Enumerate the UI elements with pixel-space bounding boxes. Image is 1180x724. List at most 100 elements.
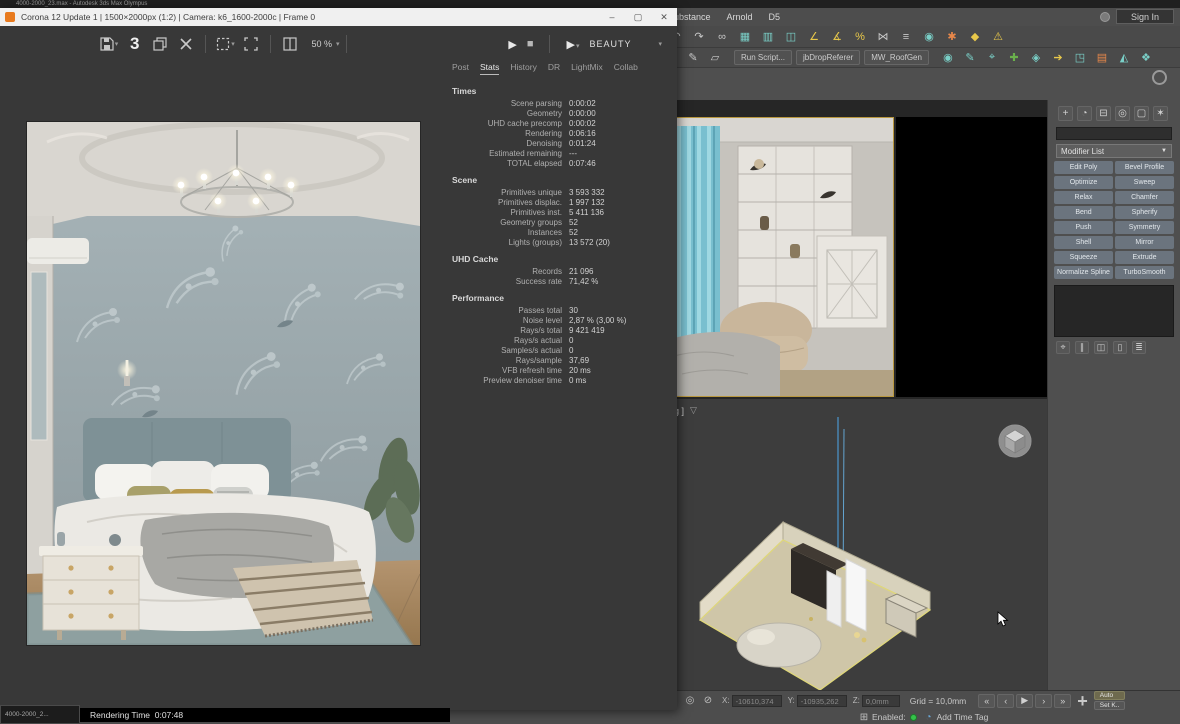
measure-tool-icon[interactable]: ⌖: [982, 49, 1002, 67]
isolate-selection-icon[interactable]: ◎: [682, 694, 698, 708]
prism-tool-icon[interactable]: ◭: [1114, 49, 1134, 67]
material-editor-icon[interactable]: ◉: [919, 28, 939, 46]
object-name-field[interactable]: [1056, 127, 1172, 140]
create-tab-icon[interactable]: +: [1058, 106, 1073, 121]
camera-tool-icon[interactable]: ◉: [938, 49, 958, 67]
motion-tab-icon[interactable]: ◎: [1115, 106, 1130, 121]
warning-icon[interactable]: ⚠: [988, 28, 1008, 46]
light-lister-icon[interactable]: ◆: [965, 28, 985, 46]
modify-tab-icon[interactable]: ◔: [1077, 106, 1092, 121]
go-to-end-icon[interactable]: »: [1054, 694, 1071, 708]
add-time-tag[interactable]: Add Time Tag: [937, 712, 989, 722]
vfb-tab-collab[interactable]: Collab: [614, 62, 638, 75]
modifier-button-symmetry[interactable]: Symmetry: [1115, 221, 1174, 234]
vfb-tab-dr[interactable]: DR: [548, 62, 560, 75]
select-link-icon[interactable]: ∞: [712, 28, 732, 46]
snap-toggle-icon[interactable]: ∠: [804, 28, 824, 46]
render-elements-icon[interactable]: ❖: [1136, 49, 1156, 67]
hierarchy-tab-icon[interactable]: ⊟: [1096, 106, 1111, 121]
transform-gizmo-icon[interactable]: +: [1077, 692, 1088, 710]
export-arrow-icon[interactable]: ➔: [1048, 49, 1068, 67]
modifier-button-mirror[interactable]: Mirror: [1115, 236, 1174, 249]
render-pass-dropdown[interactable]: BEAUTY ▾: [589, 39, 663, 49]
menu-arnold[interactable]: Arnold: [719, 8, 761, 26]
previous-frame-icon[interactable]: ‹: [997, 694, 1014, 708]
viewport-camera[interactable]: [661, 117, 894, 397]
modifier-button-extrude[interactable]: Extrude: [1115, 251, 1174, 264]
rendered-image[interactable]: [27, 122, 420, 645]
modifier-button-turbosmooth[interactable]: TurboSmooth: [1115, 266, 1174, 279]
modifier-button-optimize[interactable]: Optimize: [1054, 176, 1113, 189]
save-dropdown-caret[interactable]: ▾: [115, 40, 119, 48]
close-button[interactable]: ✕: [651, 8, 677, 26]
percent-snap-icon[interactable]: %: [850, 28, 870, 46]
modifier-button-sweep[interactable]: Sweep: [1115, 176, 1174, 189]
modifier-stack[interactable]: [1054, 285, 1174, 337]
save-image-button[interactable]: ▾: [98, 32, 120, 56]
modifier-button-chamfer[interactable]: Chamfer: [1115, 191, 1174, 204]
health-add-icon[interactable]: ✚: [1004, 49, 1024, 67]
modifier-button-bevel-profile[interactable]: Bevel Profile: [1115, 161, 1174, 174]
modifier-list-dropdown[interactable]: Modifier List ▼: [1056, 144, 1172, 158]
modifier-button-spherify[interactable]: Spherify: [1115, 206, 1174, 219]
modifier-button-squeeze[interactable]: Squeeze: [1054, 251, 1113, 264]
z-coordinate-field[interactable]: 0,0mm: [862, 695, 900, 707]
play-animation-icon[interactable]: ▶: [1016, 694, 1033, 708]
modifier-button-normalize-spline[interactable]: Normalize Spline: [1054, 266, 1113, 279]
pin-stack-icon[interactable]: ⌖: [1056, 341, 1070, 354]
show-end-result-icon[interactable]: ∥: [1075, 341, 1089, 354]
remove-modifier-icon[interactable]: ▯: [1113, 341, 1127, 354]
user-avatar-icon[interactable]: [1100, 12, 1110, 22]
render-start-icon[interactable]: ▶: [508, 38, 516, 51]
zoom-level-dropdown[interactable]: 50 % ▾: [311, 39, 339, 49]
set-key-button[interactable]: Set K..: [1094, 701, 1126, 710]
modifier-button-edit-poly[interactable]: Edit Poly: [1054, 161, 1113, 174]
workspace-icon[interactable]: [1152, 70, 1167, 85]
clear-image-button[interactable]: [175, 32, 197, 56]
auto-key-button[interactable]: Auto: [1094, 691, 1126, 700]
modifier-button-push[interactable]: Push: [1054, 221, 1113, 234]
maxscript-mini-listener-icon[interactable]: ⊞: [856, 710, 872, 724]
region-render-button[interactable]: ▾: [214, 32, 236, 56]
time-tag-icon[interactable]: ◔: [921, 710, 937, 724]
modifier-button-relax[interactable]: Relax: [1054, 191, 1113, 204]
paint-tool-icon[interactable]: ✎: [960, 49, 980, 67]
viewcube-icon[interactable]: [995, 421, 1035, 461]
align-icon[interactable]: ≡: [896, 28, 916, 46]
gem-tool-icon[interactable]: ◈: [1026, 49, 1046, 67]
render-resume-icon[interactable]: ▶▾: [566, 38, 579, 51]
script-button-jbdropreferer[interactable]: jbDropReferer: [796, 50, 860, 65]
display-tab-icon[interactable]: ▢: [1134, 106, 1149, 121]
enabled-status-dot[interactable]: [910, 714, 917, 721]
spreadsheet-icon[interactable]: ▥: [758, 28, 778, 46]
maximize-button[interactable]: ▢: [625, 8, 651, 26]
fit-view-button[interactable]: [240, 32, 262, 56]
box-export-icon[interactable]: ◳: [1070, 49, 1090, 67]
menu-d5[interactable]: D5: [761, 8, 789, 26]
y-coordinate-field[interactable]: -10935,262: [797, 695, 847, 707]
sign-in-button[interactable]: Sign In: [1116, 9, 1174, 24]
selection-lock-icon[interactable]: ⊘: [700, 694, 716, 708]
make-unique-icon[interactable]: ◫: [1094, 341, 1108, 354]
vfb-tab-lightmix[interactable]: LightMix: [571, 62, 603, 75]
next-frame-icon[interactable]: ›: [1035, 694, 1052, 708]
configure-modifier-sets-icon[interactable]: ≣: [1132, 341, 1146, 354]
viewport-secondary[interactable]: [896, 117, 1047, 397]
minimize-button[interactable]: –: [599, 8, 625, 26]
x-coordinate-field[interactable]: -10610,374: [732, 695, 782, 707]
redo-icon[interactable]: ↷: [689, 28, 709, 46]
table-grid-icon[interactable]: ▦: [735, 28, 755, 46]
utilities-tab-icon[interactable]: ✶: [1153, 106, 1168, 121]
modifier-button-bend[interactable]: Bend: [1054, 206, 1113, 219]
duplicate-image-button[interactable]: [149, 32, 171, 56]
script-new-icon[interactable]: ✎: [683, 49, 703, 67]
vfb-tab-history[interactable]: History: [510, 62, 536, 75]
render-setup-icon[interactable]: ✱: [942, 28, 962, 46]
vfb-tab-stats[interactable]: Stats: [480, 62, 499, 75]
go-to-start-icon[interactable]: «: [978, 694, 995, 708]
script-button-mw-roofgen[interactable]: MW_RoofGen: [864, 50, 929, 65]
ab-compare-button[interactable]: [279, 32, 301, 56]
taskbar-tab[interactable]: 4000-2000_2...: [0, 705, 80, 724]
data-channel-icon[interactable]: ◫: [781, 28, 801, 46]
script-open-icon[interactable]: ▱: [705, 49, 725, 67]
